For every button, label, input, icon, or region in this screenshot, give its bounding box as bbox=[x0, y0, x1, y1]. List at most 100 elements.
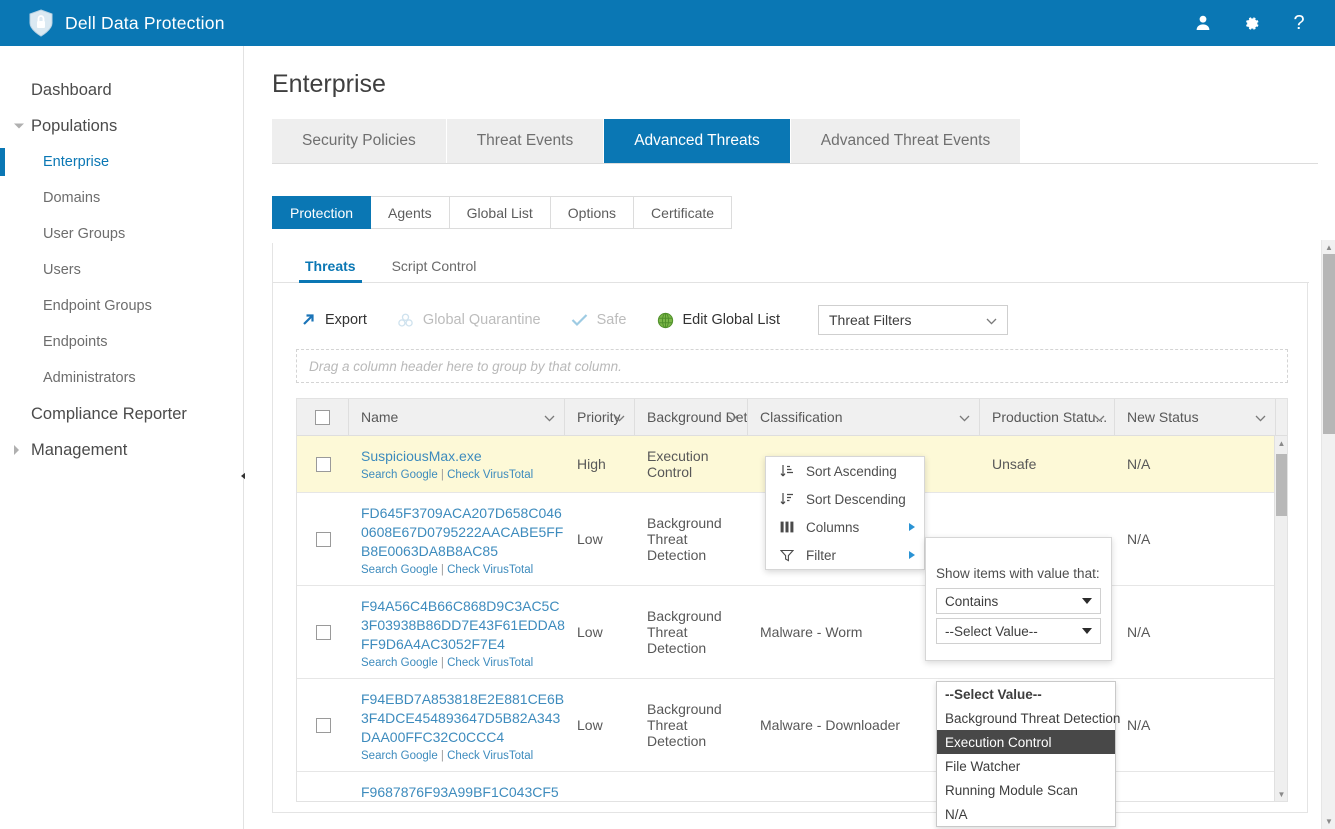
filter-value-option-list: --Select Value-- Background Threat Detect… bbox=[936, 681, 1120, 827]
column-header-background-detection[interactable]: Background Detec bbox=[635, 399, 748, 435]
filter-value-select[interactable]: --Select Value-- bbox=[936, 618, 1101, 644]
sidebar-item-dashboard[interactable]: Dashboard bbox=[0, 72, 243, 108]
export-button[interactable]: Export bbox=[299, 311, 367, 329]
row-select-cell[interactable] bbox=[297, 772, 349, 801]
subtab-certificate[interactable]: Certificate bbox=[634, 196, 733, 229]
check-virustotal-link[interactable]: Check VirusTotal bbox=[447, 469, 533, 481]
threat-name-link[interactable]: FD645F3709ACA207D658C0460608E67D0795222A… bbox=[361, 504, 565, 561]
tab-security-policies[interactable]: Security Policies bbox=[272, 119, 447, 163]
main-content: Enterprise Security Policies Threat Event… bbox=[245, 46, 1335, 829]
chevron-down-icon[interactable] bbox=[614, 409, 625, 425]
context-menu-sort-ascending[interactable]: Sort Ascending bbox=[766, 457, 924, 485]
chevron-down-icon[interactable] bbox=[544, 409, 555, 425]
column-header-select-all[interactable] bbox=[297, 399, 349, 435]
inner-tab-script-control[interactable]: Script Control bbox=[388, 258, 481, 282]
row-select-cell[interactable] bbox=[297, 436, 349, 492]
grid-toolbar: Export Global Quarantine Safe Edit Global L… bbox=[273, 298, 1309, 342]
search-google-link[interactable]: Search Google bbox=[361, 564, 438, 576]
search-google-link[interactable]: Search Google bbox=[361, 469, 438, 481]
subtab-global-list[interactable]: Global List bbox=[449, 196, 551, 229]
column-header-production-status[interactable]: Production Statu... bbox=[980, 399, 1115, 435]
priority-cell-value: Low bbox=[577, 624, 603, 640]
inner-tab-threats[interactable]: Threats bbox=[299, 258, 362, 283]
row-checkbox[interactable] bbox=[315, 456, 331, 472]
column-header-new-status[interactable]: New Status bbox=[1115, 399, 1276, 435]
page-scroll-thumb[interactable] bbox=[1323, 254, 1335, 434]
page-scroll-up-icon[interactable]: ▲ bbox=[1322, 240, 1335, 255]
filter-option-n-a[interactable]: N/A bbox=[937, 802, 1115, 826]
grid-vertical-scrollbar[interactable]: ▲ ▼ bbox=[1274, 436, 1287, 801]
row-checkbox[interactable] bbox=[315, 624, 331, 640]
sidebar-item-administrators[interactable]: Administrators bbox=[0, 360, 243, 396]
context-menu-label: Columns bbox=[806, 519, 860, 535]
sidebar-item-management[interactable]: Management bbox=[0, 432, 243, 468]
table-row[interactable]: F9687876F93A99BF1C043CF56848 bbox=[297, 772, 1287, 801]
search-google-link[interactable]: Search Google bbox=[361, 657, 438, 669]
secondary-tabs: Protection Agents Global List Options Certif… bbox=[272, 196, 733, 229]
help-icon[interactable]: ? bbox=[1288, 12, 1310, 34]
context-menu-columns[interactable]: Columns bbox=[766, 513, 924, 541]
chevron-down-icon[interactable] bbox=[1094, 409, 1105, 425]
global-quarantine-button: Global Quarantine bbox=[397, 311, 541, 329]
user-icon[interactable] bbox=[1192, 12, 1214, 34]
subtab-options[interactable]: Options bbox=[550, 196, 635, 229]
tab-threat-events[interactable]: Threat Events bbox=[446, 119, 605, 163]
grid-scroll-thumb[interactable] bbox=[1276, 454, 1287, 516]
edit-global-list-button[interactable]: Edit Global List bbox=[656, 311, 780, 329]
threat-name-link[interactable]: F94EBD7A853818E2E881CE6B3F4DCE454893647D… bbox=[361, 690, 565, 747]
filter-option-execution-control[interactable]: Execution Control bbox=[937, 730, 1115, 754]
column-header-priority[interactable]: Priority bbox=[565, 399, 635, 435]
table-row[interactable]: F94A56C4B66C868D9C3AC5C3F03938B86DD7E43F… bbox=[297, 586, 1287, 679]
select-all-checkbox[interactable] bbox=[315, 409, 330, 425]
search-google-link[interactable]: Search Google bbox=[361, 750, 438, 762]
grid-scroll-up-icon[interactable]: ▲ bbox=[1275, 436, 1287, 451]
threat-name-link[interactable]: SuspiciousMax.exe bbox=[361, 447, 565, 466]
group-by-dropzone[interactable]: Drag a column header here to group by th… bbox=[296, 349, 1288, 383]
row-checkbox[interactable] bbox=[315, 717, 331, 733]
filter-option-select-value[interactable]: --Select Value-- bbox=[937, 682, 1115, 706]
chevron-down-icon bbox=[1082, 628, 1092, 634]
filter-option-running-module-scan[interactable]: Running Module Scan bbox=[937, 778, 1115, 802]
row-select-cell[interactable] bbox=[297, 586, 349, 678]
threat-name-link[interactable]: F94A56C4B66C868D9C3AC5C3F03938B86DD7E43F… bbox=[361, 597, 565, 654]
threat-name-link[interactable]: F9687876F93A99BF1C043CF56848 bbox=[361, 783, 565, 801]
sidebar-item-domains[interactable]: Domains bbox=[0, 180, 243, 216]
row-select-cell[interactable] bbox=[297, 493, 349, 585]
sidebar-item-user-groups[interactable]: User Groups bbox=[0, 216, 243, 252]
subtab-agents[interactable]: Agents bbox=[371, 196, 450, 229]
threat-filters-select[interactable]: Threat Filters bbox=[817, 305, 1008, 335]
chevron-down-icon[interactable] bbox=[14, 123, 24, 129]
chevron-down-icon[interactable] bbox=[1255, 409, 1266, 425]
check-virustotal-link[interactable]: Check VirusTotal bbox=[447, 750, 533, 762]
tab-advanced-threats[interactable]: Advanced Threats bbox=[604, 119, 791, 163]
check-virustotal-link[interactable]: Check VirusTotal bbox=[447, 564, 533, 576]
sidebar-item-populations[interactable]: Populations bbox=[0, 108, 243, 144]
column-header-classification[interactable]: Classification bbox=[748, 399, 980, 435]
row-select-cell[interactable] bbox=[297, 679, 349, 771]
filter-option-background-threat-detection[interactable]: Background Threat Detection bbox=[937, 706, 1120, 730]
gear-icon[interactable] bbox=[1240, 12, 1262, 34]
grid-scroll-down-icon[interactable]: ▼ bbox=[1275, 787, 1287, 801]
subtab-protection[interactable]: Protection bbox=[272, 196, 372, 229]
chevron-down-icon[interactable] bbox=[959, 409, 970, 425]
chevron-down-icon[interactable] bbox=[727, 409, 738, 425]
tab-advanced-threat-events[interactable]: Advanced Threat Events bbox=[790, 119, 1022, 163]
context-menu-filter[interactable]: Filter bbox=[766, 541, 924, 569]
context-menu-label: Sort Descending bbox=[806, 491, 906, 507]
priority-cell-value: Low bbox=[577, 531, 603, 547]
sidebar-item-users[interactable]: Users bbox=[0, 252, 243, 288]
page-vertical-scrollbar[interactable]: ▲ ▼ bbox=[1321, 240, 1335, 829]
sidebar-item-enterprise[interactable]: Enterprise bbox=[0, 144, 243, 180]
sidebar-item-endpoint-groups[interactable]: Endpoint Groups bbox=[0, 288, 243, 324]
sidebar-item-compliance-reporter[interactable]: Compliance Reporter bbox=[0, 396, 243, 432]
table-row[interactable]: F94EBD7A853818E2E881CE6B3F4DCE454893647D… bbox=[297, 679, 1287, 772]
check-virustotal-link[interactable]: Check VirusTotal bbox=[447, 657, 533, 669]
column-header-name[interactable]: Name bbox=[349, 399, 565, 435]
filter-option-file-watcher[interactable]: File Watcher bbox=[937, 754, 1115, 778]
sidebar-item-endpoints[interactable]: Endpoints bbox=[0, 324, 243, 360]
filter-operator-select[interactable]: Contains bbox=[936, 588, 1101, 614]
row-checkbox[interactable] bbox=[315, 531, 331, 547]
context-menu-sort-descending[interactable]: Sort Descending bbox=[766, 485, 924, 513]
page-scroll-down-icon[interactable]: ▼ bbox=[1322, 814, 1335, 829]
chevron-right-icon[interactable] bbox=[14, 445, 19, 455]
